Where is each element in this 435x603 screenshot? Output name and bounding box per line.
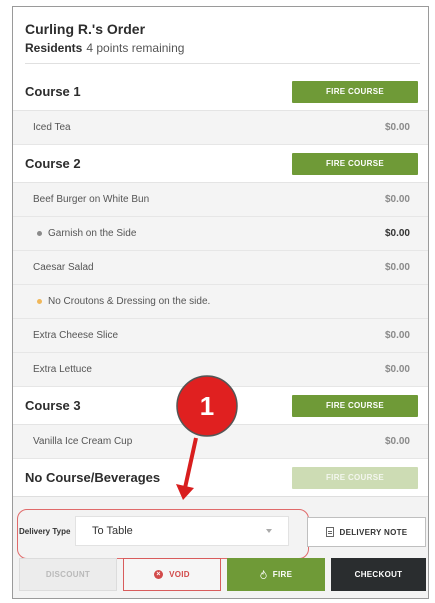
course-name: Course 3 bbox=[25, 398, 81, 413]
list-item[interactable]: Beef Burger on White Bun $0.00 bbox=[13, 183, 428, 217]
document-icon bbox=[325, 527, 334, 537]
item-price: $0.00 bbox=[384, 330, 410, 341]
modifier-label: Garnish on the Side bbox=[33, 228, 136, 239]
discount-button[interactable]: DISCOUNT bbox=[19, 558, 117, 591]
item-name: Iced Tea bbox=[33, 122, 71, 133]
item-name: Vanilla Ice Cream Cup bbox=[33, 436, 133, 447]
fire-course-1-button[interactable]: FIRE COURSE bbox=[292, 80, 418, 103]
checkout-label: CHECKOUT bbox=[354, 570, 403, 579]
item-price: $0.00 bbox=[384, 194, 410, 205]
action-buttons: DISCOUNT × VOID FIRE CHECKOUT bbox=[19, 558, 426, 591]
void-button[interactable]: × VOID bbox=[123, 558, 221, 591]
note-dot-icon bbox=[37, 299, 42, 304]
delivery-note-label: DELIVERY NOTE bbox=[339, 527, 408, 537]
item-name: Extra Lettuce bbox=[33, 364, 92, 375]
list-item[interactable]: Extra Cheese Slice $0.00 bbox=[13, 319, 428, 353]
course-row-2: Course 2 FIRE COURSE bbox=[13, 145, 428, 183]
order-header: Curling R.'s Order Residents 4 points rem… bbox=[25, 21, 416, 55]
item-name: Beef Burger on White Bun bbox=[33, 194, 150, 205]
modifier-text: No Croutons & Dressing on the side. bbox=[48, 296, 211, 307]
checkout-button[interactable]: CHECKOUT bbox=[331, 558, 426, 591]
item-name: Caesar Salad bbox=[33, 262, 94, 273]
course-name: No Course/Beverages bbox=[25, 470, 161, 485]
annotation-callout: 1 bbox=[176, 375, 238, 437]
item-price: $0.00 bbox=[384, 228, 410, 239]
course-name: Course 2 bbox=[25, 156, 81, 171]
points-remaining: 4 points remaining bbox=[86, 41, 185, 55]
delivery-note-button[interactable]: DELIVERY NOTE bbox=[307, 517, 426, 547]
course-row-beverages: No Course/Beverages FIRE COURSE bbox=[13, 459, 428, 497]
item-price: $0.00 bbox=[384, 364, 410, 375]
fire-course-beverages-button[interactable]: FIRE COURSE bbox=[292, 466, 418, 489]
fire-course-3-button[interactable]: FIRE COURSE bbox=[292, 394, 418, 417]
order-subtitle: Residents 4 points remaining bbox=[25, 41, 416, 55]
flame-icon bbox=[260, 570, 267, 579]
x-circle-icon: × bbox=[154, 570, 164, 579]
callout-number: 1 bbox=[200, 391, 214, 421]
item-name: Extra Cheese Slice bbox=[33, 330, 119, 341]
modifier-note[interactable]: No Croutons & Dressing on the side. bbox=[13, 285, 428, 319]
annotation-arrow bbox=[176, 437, 198, 500]
item-price: $0.00 bbox=[384, 436, 410, 447]
item-price: $0.00 bbox=[384, 122, 410, 133]
modifier-item[interactable]: Garnish on the Side $0.00 bbox=[13, 217, 428, 251]
residents-label: Residents bbox=[25, 41, 83, 55]
list-item[interactable]: Caesar Salad $0.00 bbox=[13, 251, 428, 285]
modifier-label: No Croutons & Dressing on the side. bbox=[33, 296, 210, 307]
annotation-highlight-box bbox=[17, 509, 309, 559]
list-item[interactable]: Iced Tea $0.00 bbox=[13, 111, 428, 145]
course-row-1: Course 1 FIRE COURSE bbox=[13, 73, 428, 111]
course-name: Course 1 bbox=[25, 84, 81, 99]
void-label: VOID bbox=[169, 570, 190, 579]
order-title: Curling R.'s Order bbox=[25, 21, 146, 37]
fire-button[interactable]: FIRE bbox=[227, 558, 325, 591]
fire-course-2-button[interactable]: FIRE COURSE bbox=[292, 152, 418, 175]
order-panel: Curling R.'s Order Residents 4 points rem… bbox=[12, 6, 429, 599]
modifier-dot-icon bbox=[37, 231, 42, 236]
modifier-text: Garnish on the Side bbox=[48, 228, 137, 239]
bottom-action-bar: Delivery Type To Table DELIVERY NOTE DIS… bbox=[13, 496, 428, 598]
discount-label: DISCOUNT bbox=[45, 570, 91, 579]
item-price: $0.00 bbox=[384, 262, 410, 273]
header-divider bbox=[25, 63, 420, 64]
fire-label: FIRE bbox=[272, 570, 293, 579]
